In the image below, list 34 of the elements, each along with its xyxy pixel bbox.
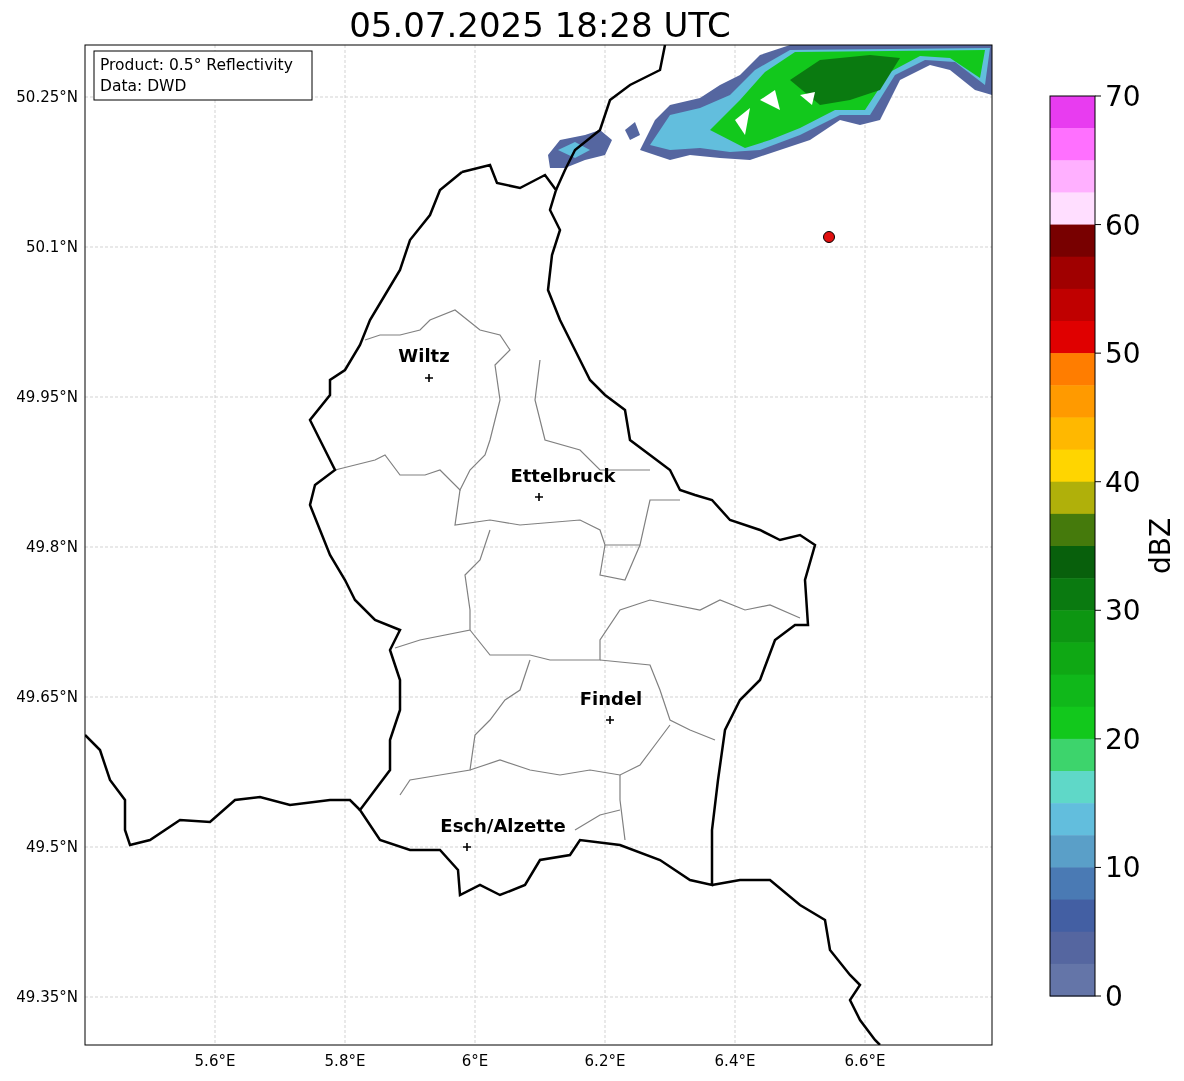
legend-text: Product: 0.5° Reflectivity — [100, 56, 293, 74]
latitude-label: 49.95°N — [16, 388, 78, 406]
chart-title: 05.07.2025 18:28 UTC — [349, 5, 731, 45]
latitude-label: 49.65°N — [16, 688, 78, 706]
latitude-label: 49.35°N — [16, 988, 78, 1006]
longitude-label: 6.2°E — [584, 1052, 626, 1070]
colorbar-tick-label: 60 — [1105, 208, 1141, 242]
city-marker-icon — [462, 842, 472, 852]
legend-text: Data: DWD — [100, 77, 187, 95]
longitude-label: 6.6°E — [844, 1052, 886, 1070]
city-label: Esch/Alzette — [440, 815, 566, 836]
colorbar-tick-label: 70 — [1105, 80, 1141, 113]
latitude-label: 49.5°N — [25, 838, 78, 856]
longitude-label: 6°E — [461, 1052, 489, 1070]
colorbar-tick-label: 30 — [1105, 594, 1141, 628]
city-label: Ettelbruck — [510, 465, 616, 486]
city-marker-icon — [605, 715, 615, 725]
city-label: Findel — [579, 688, 643, 709]
colorbar-label: dBZ — [1144, 517, 1177, 575]
colorbar-tick-label: 50 — [1105, 337, 1141, 371]
colorbar-tick-label: 20 — [1105, 722, 1141, 756]
colorbar-tick-label: 10 — [1105, 851, 1141, 885]
colorbar-tick-label: 40 — [1105, 465, 1141, 499]
longitude-label: 5.6°E — [194, 1052, 236, 1070]
city-label: Wiltz — [398, 345, 450, 366]
latitude-label: 50.25°N — [16, 88, 78, 106]
colorbar-tick-label: 0 — [1105, 980, 1123, 1013]
marker-dot — [823, 231, 835, 243]
longitude-label: 5.8°E — [324, 1052, 366, 1070]
latitude-label: 49.8°N — [25, 538, 78, 556]
city-marker-icon — [534, 492, 544, 502]
longitude-label: 6.4°E — [714, 1052, 756, 1070]
latitude-label: 50.1°N — [25, 238, 78, 256]
city-marker-icon — [424, 373, 434, 383]
